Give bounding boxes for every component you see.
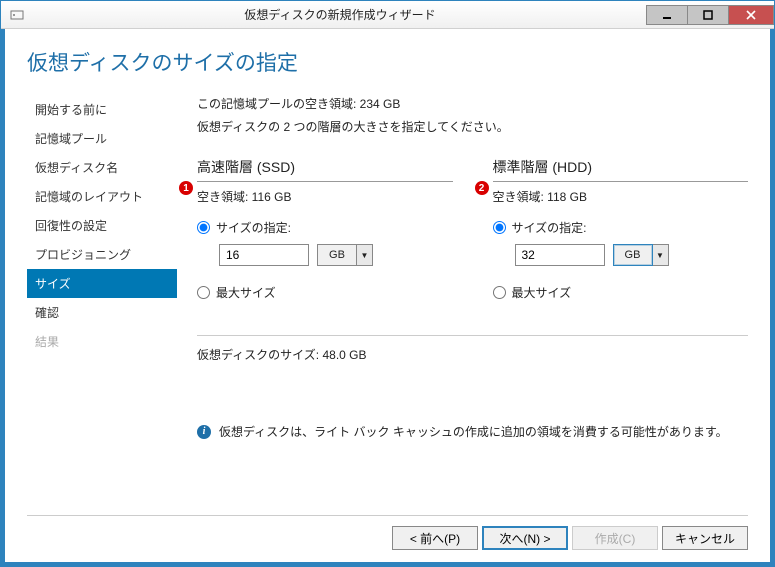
step-disk-name[interactable]: 仮想ディスク名 [27, 153, 177, 182]
info-note: i 仮想ディスクは、ライト バック キャッシュの作成に追加の領域を消費する可能性… [197, 423, 748, 440]
tier-hdd-free: 空き領域: 118 GB [493, 188, 749, 205]
content-inner: 仮想ディスクのサイズの指定 開始する前に 記憶域プール 仮想ディスク名 記憶域の… [5, 29, 770, 562]
step-size[interactable]: サイズ [27, 269, 177, 298]
step-provisioning[interactable]: プロビジョニング [27, 240, 177, 269]
step-before-begin[interactable]: 開始する前に [27, 95, 177, 124]
wizard-window: 仮想ディスクの新規作成ウィザード 仮想ディスクのサイズの指定 開始する前に 記憶… [0, 0, 775, 567]
tier-ssd-max-label: 最大サイズ [216, 284, 276, 301]
tier-hdd-size-row: GB ▼ [515, 244, 749, 266]
total-size: 仮想ディスクのサイズ: 48.0 GB [197, 346, 748, 363]
tier-ssd: 高速階層 (SSD) 1 空き領域: 116 GB サイズの指定: GB [197, 157, 453, 309]
page-title: 仮想ディスクのサイズの指定 [27, 47, 748, 77]
app-icon [9, 7, 25, 23]
minimize-button[interactable] [646, 5, 688, 25]
annotation-badge-2: 2 [475, 181, 489, 195]
tier-hdd-heading: 標準階層 (HDD) [493, 157, 749, 182]
info-note-text: 仮想ディスクは、ライト バック キャッシュの作成に追加の領域を消費する可能性があ… [219, 423, 728, 440]
tier-hdd-specify-radio[interactable] [493, 221, 506, 234]
create-button: 作成(C) [572, 526, 658, 550]
pool-free-space: この記憶域プールの空き領域: 234 GB [197, 95, 748, 112]
tier-hdd-unit-dropdown[interactable]: ▼ [653, 244, 669, 266]
maximize-button[interactable] [687, 5, 729, 25]
tier-hdd-specify-radio-row[interactable]: サイズの指定: [493, 219, 749, 236]
tier-ssd-size-row: GB ▼ [219, 244, 453, 266]
tier-ssd-max-radio[interactable] [197, 286, 210, 299]
titlebar: 仮想ディスクの新規作成ウィザード [1, 1, 774, 29]
tier-hdd-max-radio[interactable] [493, 286, 506, 299]
window-title: 仮想ディスクの新規作成ウィザード [33, 6, 647, 23]
previous-button[interactable]: < 前へ(P) [392, 526, 478, 550]
tier-ssd-specify-radio-row[interactable]: サイズの指定: [197, 219, 453, 236]
step-resiliency[interactable]: 回復性の設定 [27, 211, 177, 240]
tier-hdd-max-radio-row[interactable]: 最大サイズ [493, 284, 749, 301]
tier-ssd-free: 空き領域: 116 GB [197, 188, 453, 205]
tier-ssd-unit-select[interactable]: GB [317, 244, 357, 266]
separator [197, 335, 748, 336]
tier-ssd-max-radio-row[interactable]: 最大サイズ [197, 284, 453, 301]
tier-hdd: 標準階層 (HDD) 2 空き領域: 118 GB サイズの指定: GB [493, 157, 749, 309]
window-controls [647, 5, 774, 25]
step-layout[interactable]: 記憶域のレイアウト [27, 182, 177, 211]
info-icon: i [197, 425, 211, 439]
step-storage-pool[interactable]: 記憶域プール [27, 124, 177, 153]
cancel-button[interactable]: キャンセル [662, 526, 748, 550]
content-frame: 仮想ディスクのサイズの指定 開始する前に 記憶域プール 仮想ディスク名 記憶域の… [1, 29, 774, 566]
main-panel: この記憶域プールの空き領域: 234 GB 仮想ディスクの 2 つの階層の大きさ… [185, 95, 748, 499]
tier-ssd-specify-radio[interactable] [197, 221, 210, 234]
instruction-text: 仮想ディスクの 2 つの階層の大きさを指定してください。 [197, 118, 748, 135]
tier-ssd-size-input[interactable] [219, 244, 309, 266]
wizard-sidebar: 開始する前に 記憶域プール 仮想ディスク名 記憶域のレイアウト 回復性の設定 プ… [27, 95, 177, 499]
tier-hdd-unit-select[interactable]: GB [613, 244, 653, 266]
tier-ssd-heading: 高速階層 (SSD) [197, 157, 453, 182]
tier-hdd-specify-label: サイズの指定: [512, 219, 587, 236]
tiers-container: 高速階層 (SSD) 1 空き領域: 116 GB サイズの指定: GB [197, 157, 748, 309]
tier-hdd-size-input[interactable] [515, 244, 605, 266]
tier-ssd-unit-dropdown[interactable]: ▼ [357, 244, 373, 266]
step-confirm[interactable]: 確認 [27, 298, 177, 327]
wizard-footer: < 前へ(P) 次へ(N) > 作成(C) キャンセル [27, 515, 748, 550]
next-button[interactable]: 次へ(N) > [482, 526, 568, 550]
tier-hdd-max-label: 最大サイズ [512, 284, 572, 301]
close-button[interactable] [728, 5, 774, 25]
tier-ssd-specify-label: サイズの指定: [216, 219, 291, 236]
annotation-badge-1: 1 [179, 181, 193, 195]
step-results: 結果 [27, 327, 177, 356]
